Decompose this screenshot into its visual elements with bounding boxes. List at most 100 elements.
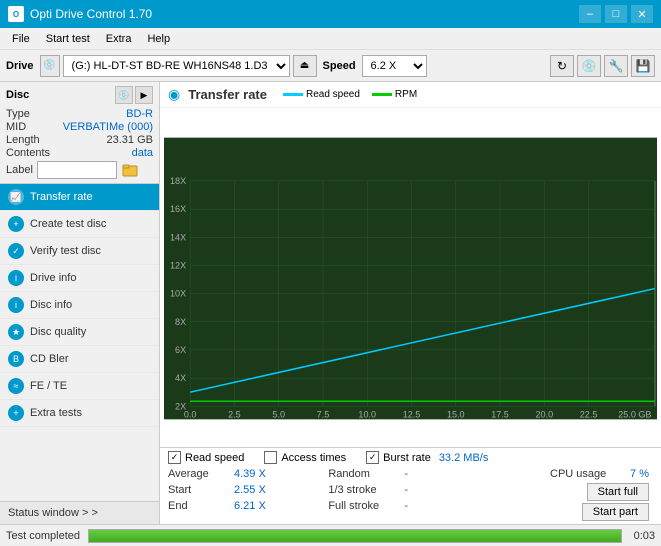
cd-bler-icon: B	[8, 351, 24, 367]
svg-text:12X: 12X	[170, 260, 186, 270]
legend-rpm-color	[372, 93, 392, 96]
checkbox-read-speed-label: Read speed	[185, 452, 244, 464]
close-button[interactable]: ✕	[631, 5, 653, 23]
save-button[interactable]: 💾	[631, 55, 655, 77]
chart-legend: Read speed RPM	[283, 89, 417, 100]
stat-start-row: Start 2.55 X	[168, 483, 328, 497]
drive-label: Drive	[6, 60, 34, 72]
minimize-button[interactable]: –	[579, 5, 601, 23]
title-bar: O Opti Drive Control 1.70 – □ ✕	[0, 0, 661, 28]
legend-read-speed-label: Read speed	[306, 89, 360, 100]
disc-panel: Disc 💿 ▶ Type BD-R MID VERBATIMe (000) L…	[0, 82, 159, 184]
menu-file[interactable]: File	[4, 28, 38, 49]
svg-text:14X: 14X	[170, 232, 186, 242]
svg-text:20.0: 20.0	[536, 409, 554, 419]
drive-info-icon: i	[8, 270, 24, 286]
disc-info-icon: i	[8, 297, 24, 313]
status-window-label: Status window > >	[8, 507, 98, 519]
svg-text:0.0: 0.0	[184, 409, 197, 419]
checkbox-read-speed[interactable]: ✓ Read speed	[168, 451, 244, 464]
svg-text:22.5: 22.5	[580, 409, 598, 419]
full-stroke-label: Full stroke	[328, 500, 398, 512]
label-browse-button[interactable]	[121, 161, 139, 179]
contents-value: data	[132, 147, 153, 159]
full-stroke-value: -	[404, 500, 424, 512]
speed-select[interactable]: 6.2 X	[362, 55, 427, 77]
sidebar: Disc 💿 ▶ Type BD-R MID VERBATIMe (000) L…	[0, 82, 160, 524]
checkbox-access-times-box[interactable]	[264, 451, 277, 464]
drive-select[interactable]: (G:) HL-DT-ST BD-RE WH16NS48 1.D3	[63, 55, 290, 77]
nav-cd-bler[interactable]: B CD Bler	[0, 346, 159, 373]
menu-start-test[interactable]: Start test	[38, 28, 98, 49]
nav-disc-quality-label: Disc quality	[30, 326, 86, 338]
start-full-button[interactable]: Start full	[587, 483, 649, 501]
stats-area: ✓ Read speed Access times ✓ Burst rate 3…	[160, 447, 661, 524]
svg-text:7.5: 7.5	[317, 409, 330, 419]
start-value: 2.55 X	[234, 484, 274, 496]
legend-read-speed: Read speed	[283, 89, 360, 100]
stat-random-row: Random -	[328, 467, 488, 481]
drive-bar: Drive 💿 (G:) HL-DT-ST BD-RE WH16NS48 1.D…	[0, 50, 661, 82]
status-window-button[interactable]: Status window > >	[0, 501, 159, 524]
chart-area: ◉ Transfer rate Read speed RPM	[160, 82, 661, 524]
disc-quality-icon: ★	[8, 324, 24, 340]
mid-label: MID	[6, 121, 26, 133]
random-label: Random	[328, 468, 398, 480]
refresh-button[interactable]: ↻	[550, 55, 574, 77]
status-time: 0:03	[634, 530, 655, 542]
start-part-button[interactable]: Start part	[582, 503, 649, 521]
nav-extra-tests[interactable]: + Extra tests	[0, 400, 159, 427]
app-icon: O	[8, 6, 24, 22]
checkbox-access-times[interactable]: Access times	[264, 451, 346, 464]
checkbox-burst-rate-box[interactable]: ✓	[366, 451, 379, 464]
legend-read-speed-color	[283, 93, 303, 96]
average-value: 4.39 X	[234, 468, 274, 480]
checkbox-burst-rate[interactable]: ✓ Burst rate 33.2 MB/s	[366, 451, 488, 464]
extra-tests-icon: +	[8, 405, 24, 421]
progress-bar	[88, 529, 622, 543]
disc-icon-1[interactable]: 💿	[115, 86, 133, 104]
label-input[interactable]	[37, 161, 117, 179]
app-title: Opti Drive Control 1.70	[30, 7, 152, 21]
checkbox-access-times-label: Access times	[281, 452, 346, 464]
nav-create-test-disc[interactable]: + Create test disc	[0, 211, 159, 238]
maximize-button[interactable]: □	[605, 5, 627, 23]
chart-svg: 2X 4X 6X 8X 10X 12X 14X 16X 18X	[164, 112, 657, 445]
stroke-1-3-value: -	[404, 484, 424, 496]
cpu-value: 7 %	[630, 468, 649, 480]
status-text: Test completed	[6, 530, 80, 542]
chart-title: Transfer rate	[188, 87, 267, 102]
average-label: Average	[168, 468, 228, 480]
menu-help[interactable]: Help	[139, 28, 178, 49]
stat-average-row: Average 4.39 X	[168, 467, 328, 481]
nav-disc-quality[interactable]: ★ Disc quality	[0, 319, 159, 346]
nav-transfer-rate[interactable]: 📈 Transfer rate	[0, 184, 159, 211]
svg-text:6X: 6X	[175, 345, 186, 355]
label-field-label: Label	[6, 164, 33, 176]
end-label: End	[168, 500, 228, 512]
nav-verify-test-disc[interactable]: ✓ Verify test disc	[0, 238, 159, 265]
svg-text:8X: 8X	[175, 317, 186, 327]
start-label: Start	[168, 484, 228, 496]
disc-icon-2[interactable]: ▶	[135, 86, 153, 104]
eject-button[interactable]: ⏏	[293, 55, 317, 77]
svg-text:15.0: 15.0	[447, 409, 465, 419]
nav-fe-te[interactable]: ≈ FE / TE	[0, 373, 159, 400]
length-value: 23.31 GB	[107, 134, 153, 146]
start-part-container: Start part	[582, 503, 649, 521]
menu-extra[interactable]: Extra	[98, 28, 140, 49]
nav-cd-bler-label: CD Bler	[30, 353, 69, 365]
nav-transfer-rate-label: Transfer rate	[30, 191, 93, 203]
checkbox-read-speed-box[interactable]: ✓	[168, 451, 181, 464]
nav-drive-info[interactable]: i Drive info	[0, 265, 159, 292]
cpu-label: CPU usage	[550, 468, 620, 480]
start-full-container: Start full	[587, 483, 649, 501]
mid-value: VERBATIMe (000)	[63, 121, 153, 133]
disc-button[interactable]: 💿	[577, 55, 601, 77]
nav-disc-info[interactable]: i Disc info	[0, 292, 159, 319]
length-label: Length	[6, 134, 40, 146]
window-controls: – □ ✕	[579, 5, 653, 23]
nav-verify-test-disc-label: Verify test disc	[30, 245, 101, 257]
svg-text:5.0: 5.0	[272, 409, 285, 419]
settings-button[interactable]: 🔧	[604, 55, 628, 77]
